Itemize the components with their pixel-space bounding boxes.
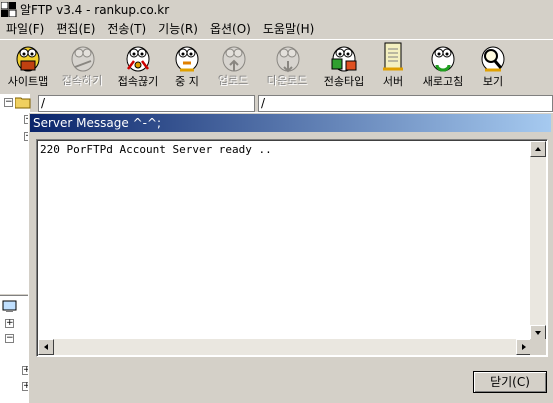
disconnect-icon — [122, 41, 154, 73]
disconnect-button[interactable]: 접속끊기 — [110, 40, 166, 90]
view-icon — [477, 41, 509, 73]
download-icon — [272, 41, 304, 73]
horizontal-scrollbar[interactable] — [38, 339, 532, 355]
view-button[interactable]: 보기 — [472, 40, 514, 90]
refresh-icon — [427, 41, 459, 73]
server-message-text: 220 PorFTPd Account Server ready .. — [40, 143, 272, 156]
menu-function[interactable]: 기능(R) — [152, 20, 204, 37]
refresh-button[interactable]: 새로고침 — [414, 40, 472, 90]
arrow-right-icon — [522, 344, 526, 350]
arrow-down-icon — [535, 331, 541, 335]
server-button[interactable]: 서버 — [372, 40, 414, 90]
scrollbar-corner — [530, 339, 546, 355]
menu-options[interactable]: 옵션(O) — [204, 20, 257, 37]
scroll-left-button[interactable] — [38, 339, 54, 355]
arrow-up-icon — [535, 147, 541, 151]
menu-file[interactable]: 파일(F) — [0, 20, 50, 37]
server-message-dialog: Server Message ^-^; 220 PorFTPd Account … — [28, 112, 553, 403]
upload-icon — [218, 41, 250, 73]
menu-transfer[interactable]: 전송(T) — [101, 20, 152, 37]
menu-edit[interactable]: 편집(E) — [50, 20, 101, 37]
server-message-log[interactable]: 220 PorFTPd Account Server ready .. — [36, 139, 548, 357]
collapse-icon[interactable]: − — [5, 334, 14, 343]
site-map-button[interactable]: 사이트맵 — [0, 40, 56, 90]
server-icon — [377, 41, 409, 73]
dialog-titlebar[interactable]: Server Message ^-^; — [30, 114, 551, 132]
site-map-icon — [12, 41, 44, 73]
local-folder-tree[interactable]: − + + — [0, 94, 33, 294]
computer-icon — [2, 300, 18, 313]
folder-open-icon — [14, 96, 31, 109]
local-drive-tree[interactable]: + − + + — [0, 295, 31, 403]
menu-bar: 파일(F) 편집(E) 전송(T) 기능(R) 옵션(O) 도움말(H) — [0, 19, 553, 38]
download-button[interactable]: 다운로드 — [260, 40, 316, 90]
collapse-icon[interactable]: − — [4, 98, 13, 107]
expand-icon[interactable]: + — [5, 319, 14, 328]
remote-path-field[interactable]: / — [258, 95, 553, 112]
vertical-scrollbar[interactable] — [530, 141, 546, 341]
arrow-left-icon — [44, 344, 48, 350]
local-path-field[interactable]: / — [38, 95, 255, 112]
dialog-title: Server Message ^-^; — [33, 116, 162, 130]
stop-button[interactable]: 중 지 — [166, 40, 208, 90]
menu-help[interactable]: 도움말(H) — [257, 20, 321, 37]
scroll-up-button[interactable] — [530, 141, 546, 157]
stop-icon — [171, 41, 203, 73]
app-logo-icon — [0, 1, 17, 18]
upload-button[interactable]: 업로드 — [208, 40, 260, 90]
connect-button[interactable]: 접속하기 — [56, 40, 110, 90]
toolbar: 사이트맵 접속하기 접속끊기 중 지 업로드 다운로드 전송타입 서버 새로고침… — [0, 39, 553, 91]
window-title: 알FTP v3.4 - rankup.co.kr — [20, 3, 170, 17]
close-button[interactable]: 닫기(C) — [473, 371, 547, 393]
connect-icon — [67, 41, 99, 73]
transfer-type-icon — [328, 41, 360, 73]
app-titlebar: 알FTP v3.4 - rankup.co.kr — [0, 0, 553, 19]
transfer-type-button[interactable]: 전송타입 — [316, 40, 372, 90]
